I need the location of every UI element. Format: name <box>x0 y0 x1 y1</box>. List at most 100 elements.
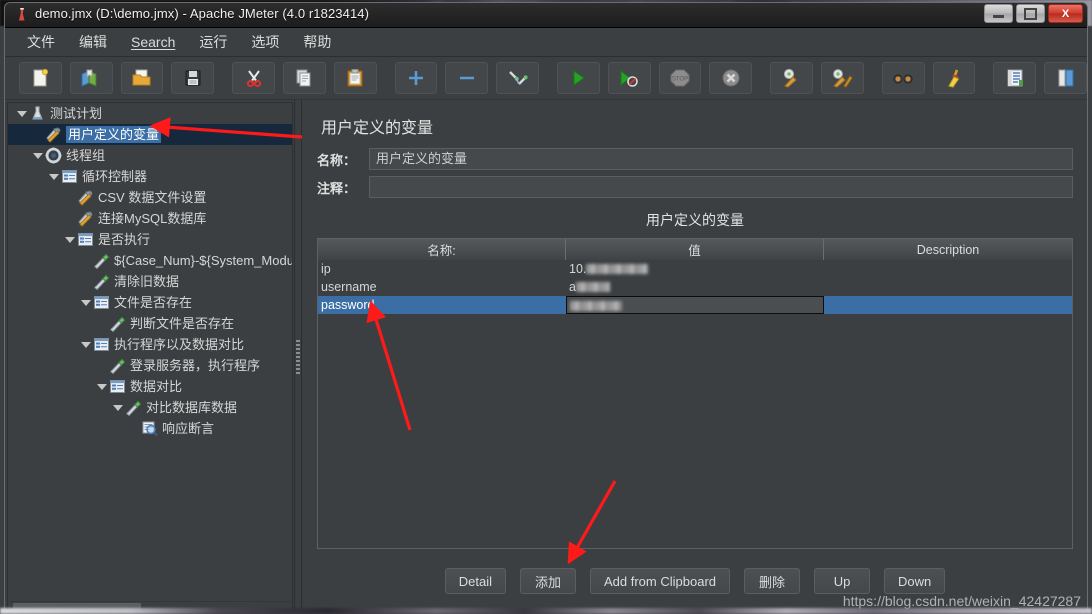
menu-run[interactable]: 运行 <box>189 28 237 56</box>
minimize-button[interactable] <box>984 4 1013 23</box>
test-plan-tree[interactable]: 测试计划 用户定义的变量线程组循环控制器 CSV 数据文件设置 连接MySQL数据库是… <box>8 103 292 601</box>
tree-expand-toggle-icon[interactable] <box>16 108 27 119</box>
down-button[interactable]: Down <box>884 568 946 594</box>
cell-variable-value[interactable]: a <box>566 278 824 296</box>
user-defined-variables-panel: 用户定义的变量 名称： 用户定义的变量 注释： 用户定义的变量 名称: 值 De… <box>303 100 1087 611</box>
tree-expand-toggle-icon[interactable] <box>96 381 107 392</box>
splitter-grip[interactable] <box>296 340 300 376</box>
tree-node[interactable]: 文件是否存在 <box>8 292 292 313</box>
tree-node[interactable]: 响应断言 <box>8 418 292 439</box>
start-no-pauses-icon[interactable] <box>607 62 651 94</box>
tree-expand-toggle-icon[interactable] <box>112 402 123 413</box>
copy-icon[interactable] <box>282 62 326 94</box>
open-icon[interactable] <box>120 62 164 94</box>
tree-node-label: 线程组 <box>66 148 106 163</box>
tree-node-selected[interactable]: 用户定义的变量 <box>8 124 292 145</box>
tree-node-label: 文件是否存在 <box>114 295 193 310</box>
new-icon[interactable] <box>19 62 62 94</box>
config-element-icon <box>77 189 94 206</box>
add-from-clipboard-button[interactable]: Add from Clipboard <box>590 568 730 594</box>
cell-variable-description[interactable] <box>824 296 1072 314</box>
start-icon[interactable] <box>556 62 600 94</box>
expand-all-icon[interactable] <box>394 62 438 94</box>
add-button[interactable]: 添加 <box>520 568 576 594</box>
cell-variable-description[interactable] <box>824 278 1072 296</box>
cell-variable-value[interactable]: 10. <box>566 260 824 278</box>
table-row[interactable]: username a <box>318 278 1072 296</box>
config-element-icon <box>77 210 94 227</box>
tree-node[interactable]: 登录服务器，执行程序 <box>8 355 292 376</box>
cell-variable-name[interactable]: ip <box>318 260 566 278</box>
shutdown-icon[interactable] <box>709 62 753 94</box>
jmeter-window-screenshot: demo.jmx (D:\demo.jmx) - Apache JMeter (… <box>0 0 1092 614</box>
menu-file[interactable]: 文件 <box>17 28 65 56</box>
menu-options[interactable]: 选项 <box>241 28 289 56</box>
table-row[interactable]: ip 10. <box>318 260 1072 278</box>
collapse-all-icon[interactable] <box>445 62 489 94</box>
panel-title: 用户定义的变量 <box>321 120 434 137</box>
tree-toggle-spacer <box>96 318 107 329</box>
clear-icon[interactable] <box>770 62 813 94</box>
sampler-icon <box>109 315 126 333</box>
tree-node[interactable]: 数据对比 <box>8 376 292 397</box>
function-helper-icon[interactable] <box>993 62 1037 94</box>
toggle-icon[interactable] <box>496 62 539 94</box>
close-button[interactable]: X <box>1048 4 1083 23</box>
tree-expand-toggle-icon[interactable] <box>64 234 75 245</box>
column-header-name[interactable]: 名称: <box>318 239 566 260</box>
name-field-row: 名称： 用户定义的变量 <box>317 148 1073 170</box>
sampler-icon <box>93 273 110 291</box>
delete-button[interactable]: 删除 <box>744 568 800 594</box>
tree-node[interactable]: 清除旧数据 <box>8 271 292 292</box>
tree-node[interactable]: 循环控制器 <box>8 166 292 187</box>
tree-node[interactable]: 判断文件是否存在 <box>8 313 292 334</box>
tree-node[interactable]: 连接MySQL数据库 <box>8 208 292 229</box>
toolbar: STOP <box>5 57 1087 100</box>
table-header: 名称: 值 Description <box>318 239 1072 260</box>
controller-icon <box>93 336 110 353</box>
tree-node[interactable]: 测试计划 <box>8 103 292 124</box>
menu-help[interactable]: 帮助 <box>293 28 341 56</box>
save-icon[interactable] <box>171 62 215 94</box>
templates-panel-icon[interactable] <box>1044 62 1087 94</box>
up-button[interactable]: Up <box>814 568 870 594</box>
paste-icon[interactable] <box>333 62 377 94</box>
tree-expand-toggle-icon[interactable] <box>80 297 91 308</box>
cell-variable-name[interactable]: username <box>318 278 566 296</box>
menu-edit[interactable]: 编辑 <box>69 28 117 56</box>
stop-icon[interactable]: STOP <box>658 62 702 94</box>
cell-variable-description[interactable] <box>824 260 1072 278</box>
panel-splitter[interactable] <box>293 100 303 611</box>
cut-icon[interactable] <box>232 62 275 94</box>
detail-button[interactable]: Detail <box>444 568 506 594</box>
comment-input[interactable] <box>369 176 1073 198</box>
column-header-value[interactable]: 值 <box>566 239 824 260</box>
tree-expand-toggle-icon[interactable] <box>48 171 59 182</box>
application-window: demo.jmx (D:\demo.jmx) - Apache JMeter (… <box>4 2 1088 612</box>
column-header-description[interactable]: Description <box>824 239 1072 260</box>
tree-node[interactable]: 对比数据库数据 <box>8 397 292 418</box>
menu-search[interactable]: Search <box>121 30 185 54</box>
cell-variable-value[interactable] <box>566 296 824 314</box>
tree-toggle-spacer <box>64 192 75 203</box>
name-input[interactable]: 用户定义的变量 <box>369 148 1073 170</box>
table-row[interactable]: password <box>318 296 1072 314</box>
clear-all-icon[interactable] <box>820 62 864 94</box>
tree-node[interactable]: CSV 数据文件设置 <box>8 187 292 208</box>
cell-variable-name[interactable]: password <box>318 296 566 314</box>
tree-expand-toggle-icon[interactable] <box>80 339 91 350</box>
tree-node[interactable]: 是否执行 <box>8 229 292 250</box>
tree-node[interactable]: 执行程序以及数据对比 <box>8 334 292 355</box>
reset-search-icon[interactable] <box>932 62 976 94</box>
controller-icon <box>61 168 78 185</box>
table-action-buttons: Detail 添加 Add from Clipboard 删除 Up Down <box>303 568 1087 594</box>
search-icon[interactable] <box>881 62 925 94</box>
tree-node-label: 响应断言 <box>162 421 215 436</box>
tree-node[interactable]: 线程组 <box>8 145 292 166</box>
tree-toggle-spacer <box>96 360 107 371</box>
tree-node[interactable]: ${Case_Num}-${System_Module}-${D <box>8 250 292 271</box>
maximize-button[interactable] <box>1016 4 1045 23</box>
templates-icon[interactable] <box>69 62 113 94</box>
table-body[interactable]: ip 10. username a password <box>318 260 1072 548</box>
tree-expand-toggle-icon[interactable] <box>32 150 43 161</box>
